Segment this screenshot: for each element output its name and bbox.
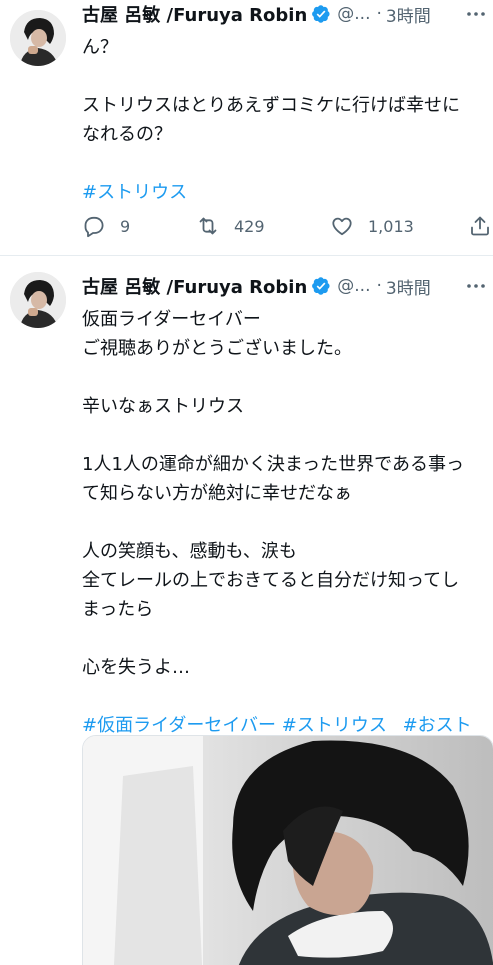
retweet-button[interactable]: 429 [196, 212, 265, 240]
tweet-line: 1人1人の運命が細かく決まった世界である事っ [82, 454, 465, 475]
tweet-line [82, 149, 493, 178]
avatar[interactable] [10, 10, 66, 66]
tweet-line: 心を失うよ… [82, 657, 190, 678]
avatar[interactable] [10, 272, 66, 328]
hashtag-link[interactable]: #おスト [403, 715, 472, 736]
hashtag-link[interactable]: #ストリウス [82, 178, 493, 207]
tweet-line: 全てレールの上でおきてると自分だけ知ってし [82, 570, 460, 591]
tweet-line [82, 363, 493, 392]
author-name[interactable]: 古屋 呂敏 /Furuya Robin [82, 273, 307, 299]
verified-badge-icon [312, 5, 330, 23]
reply-count: 9 [120, 216, 131, 236]
tweet-line [82, 508, 493, 537]
retweet-icon [199, 217, 217, 235]
tweet-line: なれるの？ [82, 124, 172, 145]
share-icon [471, 216, 489, 236]
separator-dot: · [376, 276, 382, 296]
timestamp[interactable]: 3時間 [386, 274, 431, 299]
more-options-icon[interactable] [467, 12, 485, 16]
tweet[interactable]: 古屋 呂敏 /Furuya Robin @... · 3時間 仮面ライダーセイバ… [0, 257, 493, 965]
more-options-icon[interactable] [467, 284, 485, 288]
author-handle[interactable]: @... [337, 276, 370, 296]
tweet-line [82, 624, 493, 653]
tweet-text: 仮面ライダーセイバー ご視聴ありがとうございました。 辛いなぁストリウス 1人1… [82, 305, 493, 740]
tweet-line [82, 421, 493, 450]
author-name[interactable]: 古屋 呂敏 /Furuya Robin [82, 1, 307, 27]
tweet-line [82, 682, 493, 711]
tweet-line: まったら [82, 599, 154, 620]
hashtag-link[interactable]: #ストリウス [282, 715, 387, 736]
tweet-line: ん？ [82, 37, 118, 58]
reply-icon [84, 216, 104, 238]
tweet-line [82, 62, 493, 91]
tweet-line: て知らない方が絶対に幸せだなぁ [82, 483, 352, 504]
share-button[interactable] [468, 212, 492, 240]
tweet-line: 仮面ライダーセイバー [82, 309, 261, 330]
tweet-text: ん？ ストリウスはとりあえずコミケに行けば幸せに なれるの？ #ストリウス [82, 33, 493, 207]
separator-dot: · [376, 4, 382, 24]
tweet-line: ストリウスはとりあえずコミケに行けば幸せに [82, 95, 460, 116]
verified-badge-icon [312, 277, 330, 295]
tweet-line: 辛いなぁストリウス [82, 396, 244, 417]
tweet-actions: 9 429 1,013 [82, 212, 493, 240]
tweet-line: ご視聴ありがとうございました。 [82, 338, 352, 359]
hashtag-link[interactable]: #仮面ライダーセイバー [82, 715, 276, 736]
attached-photo[interactable] [82, 735, 493, 965]
reply-button[interactable]: 9 [82, 212, 130, 240]
author-handle[interactable]: @... [337, 4, 370, 24]
tweet[interactable]: 古屋 呂敏 /Furuya Robin @... · 3時間 ん？ ストリウスは… [0, 0, 493, 256]
tweet-line: 人の笑顔も、感動も、涙も [82, 541, 297, 562]
timestamp[interactable]: 3時間 [386, 2, 431, 27]
like-icon [332, 217, 352, 236]
like-count: 1,013 [368, 216, 414, 236]
like-button[interactable]: 1,013 [330, 212, 414, 240]
retweet-count: 429 [234, 216, 265, 236]
